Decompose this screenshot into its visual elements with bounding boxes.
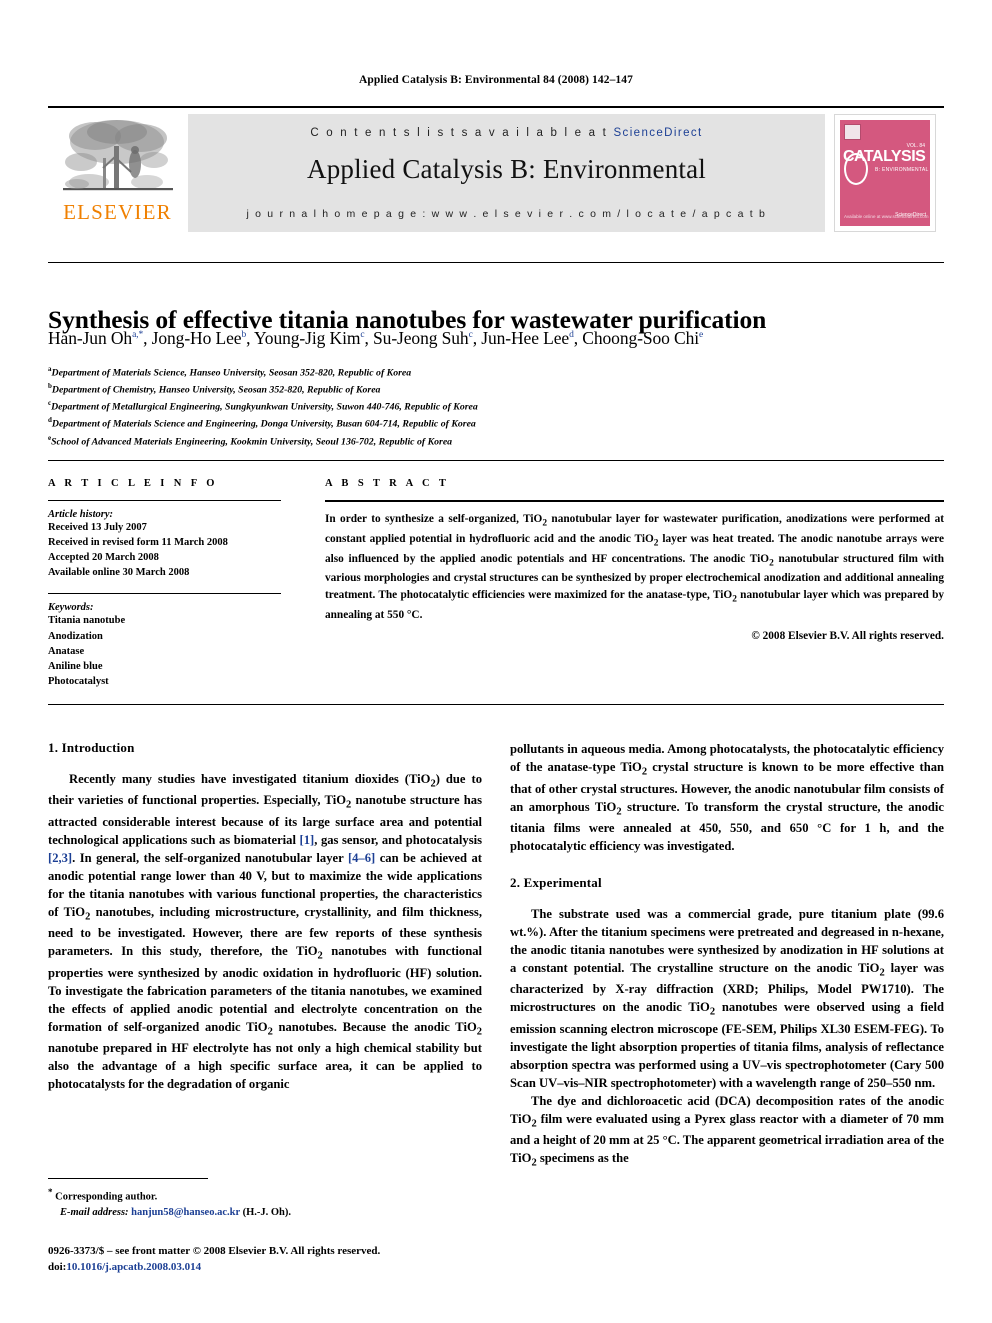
journal-homepage-line[interactable]: j o u r n a l h o m e p a g e : w w w . …: [188, 208, 825, 220]
running-head: Applied Catalysis B: Environmental 84 (2…: [359, 74, 633, 86]
author-list: Han-Jun Oha,*, Jong-Ho Leeb, Young-Jig K…: [48, 328, 704, 348]
keyword-item: Anatase: [48, 645, 85, 657]
email-owner: (H.-J. Oh).: [242, 1207, 291, 1219]
keyword-item: Anodization: [48, 630, 103, 642]
cover-title: CATALYSIS: [843, 148, 926, 165]
keywords-block: Keywords: Titania nanotube Anodization A…: [48, 602, 281, 689]
affiliation-mark: b: [48, 382, 52, 391]
affiliation-mark: e: [48, 433, 52, 442]
contents-available-line: C o n t e n t s l i s t s a v a i l a b …: [188, 127, 825, 139]
copyright-line: © 2008 Elsevier B.V. All rights reserved…: [751, 629, 944, 642]
doi-prefix: doi:: [48, 1260, 67, 1273]
affiliation-item: bDepartment of Chemistry, Hanseo Univers…: [48, 382, 381, 396]
masthead-center-band: C o n t e n t s l i s t s a v a i l a b …: [187, 114, 825, 232]
contents-prefix: C o n t e n t s l i s t s a v a i l a b …: [310, 127, 614, 139]
elsevier-logo: ELSEVIER: [48, 114, 187, 232]
cover-subtitle: B: ENVIRONMENTAL: [875, 167, 929, 173]
sciencedirect-link[interactable]: ScienceDirect: [613, 127, 702, 139]
corresponding-mark: *: [48, 1187, 53, 1197]
body-column-left: 1. Introduction Recently many studies ha…: [48, 740, 482, 1093]
abstract-column: A B S T R A C T In order to synthesize a…: [325, 478, 944, 642]
info-divider-top: [48, 460, 944, 461]
author-affiliation-mark: d: [569, 330, 574, 341]
author-affiliation-mark: a,*: [132, 330, 144, 341]
email-link[interactable]: hanjun58@hanseo.ac.kr: [131, 1207, 240, 1218]
affiliation-item: eSchool of Advanced Materials Engineerin…: [48, 433, 453, 447]
author-name: Young-Jig Kimc: [254, 328, 365, 348]
author-affiliation-mark: c: [468, 330, 473, 341]
affiliation-mark: c: [48, 399, 52, 408]
title-divider: [48, 262, 944, 263]
email-label: E-mail address:: [60, 1207, 129, 1219]
keywords-rule: [48, 593, 281, 595]
author-name: Jong-Ho Leeb: [151, 328, 247, 348]
history-item: Received 13 July 2007: [48, 522, 147, 533]
history-item: Available online 30 March 2008: [48, 567, 190, 579]
citation-ref[interactable]: [4–6]: [348, 851, 375, 865]
affiliation-item: aDepartment of Materials Science, Hanseo…: [48, 365, 412, 379]
issn-line: 0926-3373/$ – see front matter © 2008 El…: [48, 1245, 381, 1257]
elsevier-tree-icon: [62, 120, 173, 191]
corresponding-label: Corresponding author.: [55, 1191, 158, 1203]
journal-masthead: ELSEVIER C o n t e n t s l i s t s a v a…: [48, 106, 944, 235]
author-name: Jun-Hee Leed: [481, 328, 574, 348]
cover-elsevier-mark: [844, 124, 861, 140]
affiliation-item: dDepartment of Materials Science and Eng…: [48, 416, 476, 430]
journal-cover-thumbnail[interactable]: VOL. 84 CATALYSIS B: ENVIRONMENTAL Avail…: [825, 114, 944, 232]
affiliation-mark: a: [48, 365, 52, 373]
abstract-rule: [325, 500, 944, 502]
author-name: Han-Jun Oha,*: [48, 328, 144, 348]
citation-ref[interactable]: [1]: [300, 833, 315, 847]
citation-ref[interactable]: [2,3]: [48, 851, 72, 865]
elsevier-wordmark: ELSEVIER: [63, 200, 172, 224]
intro-paragraph-right: pollutants in aqueous media. Among photo…: [510, 742, 944, 854]
author-name: Su-Jeong Suhc: [373, 328, 473, 348]
author-affiliation-mark: e: [699, 330, 704, 341]
author-affiliation-mark: b: [241, 330, 247, 341]
abstract-heading: A B S T R A C T: [325, 478, 450, 489]
article-info-column: A R T I C L E I N F O Article history: R…: [48, 478, 281, 689]
article-history-heading: Article history:: [48, 509, 114, 520]
keywords-heading: Keywords:: [48, 602, 94, 614]
author-name: Choong-Soo Chie: [582, 328, 704, 348]
author-affiliation-mark: c: [360, 330, 365, 341]
experimental-paragraph-1: The substrate used was a commercial grad…: [510, 906, 944, 1090]
affiliation-mark: d: [48, 416, 52, 425]
section-heading-introduction: 1. Introduction: [48, 740, 135, 755]
keyword-item: Photocatalyst: [48, 675, 109, 687]
journal-article-page: Applied Catalysis B: Environmental 84 (2…: [0, 0, 992, 1323]
footnote-divider: [48, 1178, 208, 1179]
keyword-item: Aniline blue: [48, 660, 103, 672]
intro-paragraph-left: Recently many studies have investigated …: [48, 771, 483, 1092]
body-column-right: pollutants in aqueous media. Among photo…: [510, 740, 944, 1171]
article-info-rule: [48, 500, 281, 501]
journal-title: Applied Catalysis B: Environmental: [307, 154, 706, 184]
article-info-heading: A R T I C L E I N F O: [48, 478, 218, 489]
affiliation-item: cDepartment of Metallurgical Engineering…: [48, 399, 478, 413]
section-heading-experimental: 2. Experimental: [510, 875, 602, 891]
abstract-text: In order to synthesize a self-organized,…: [325, 513, 945, 621]
experimental-paragraph-2: The dye and dichloroacetic acid (DCA) de…: [510, 1093, 944, 1169]
cover-footer-right: ScienceDirect: [895, 211, 926, 218]
affiliation-list: aDepartment of Materials Science, Hanseo…: [48, 364, 944, 450]
history-item: Accepted 20 March 2008: [48, 552, 159, 564]
history-item: Received in revised form 11 March 2008: [48, 537, 228, 549]
corresponding-author-note: * Corresponding author. E-mail address: …: [48, 1186, 482, 1221]
info-divider-bottom: [48, 704, 944, 705]
imprint-block: 0926-3373/$ – see front matter © 2008 El…: [48, 1244, 648, 1276]
doi-link[interactable]: 10.1016/j.apcatb.2008.03.014: [66, 1261, 201, 1273]
keyword-item: Titania nanotube: [48, 615, 126, 627]
article-history-block: Article history: Received 13 July 2007 R…: [48, 509, 281, 580]
